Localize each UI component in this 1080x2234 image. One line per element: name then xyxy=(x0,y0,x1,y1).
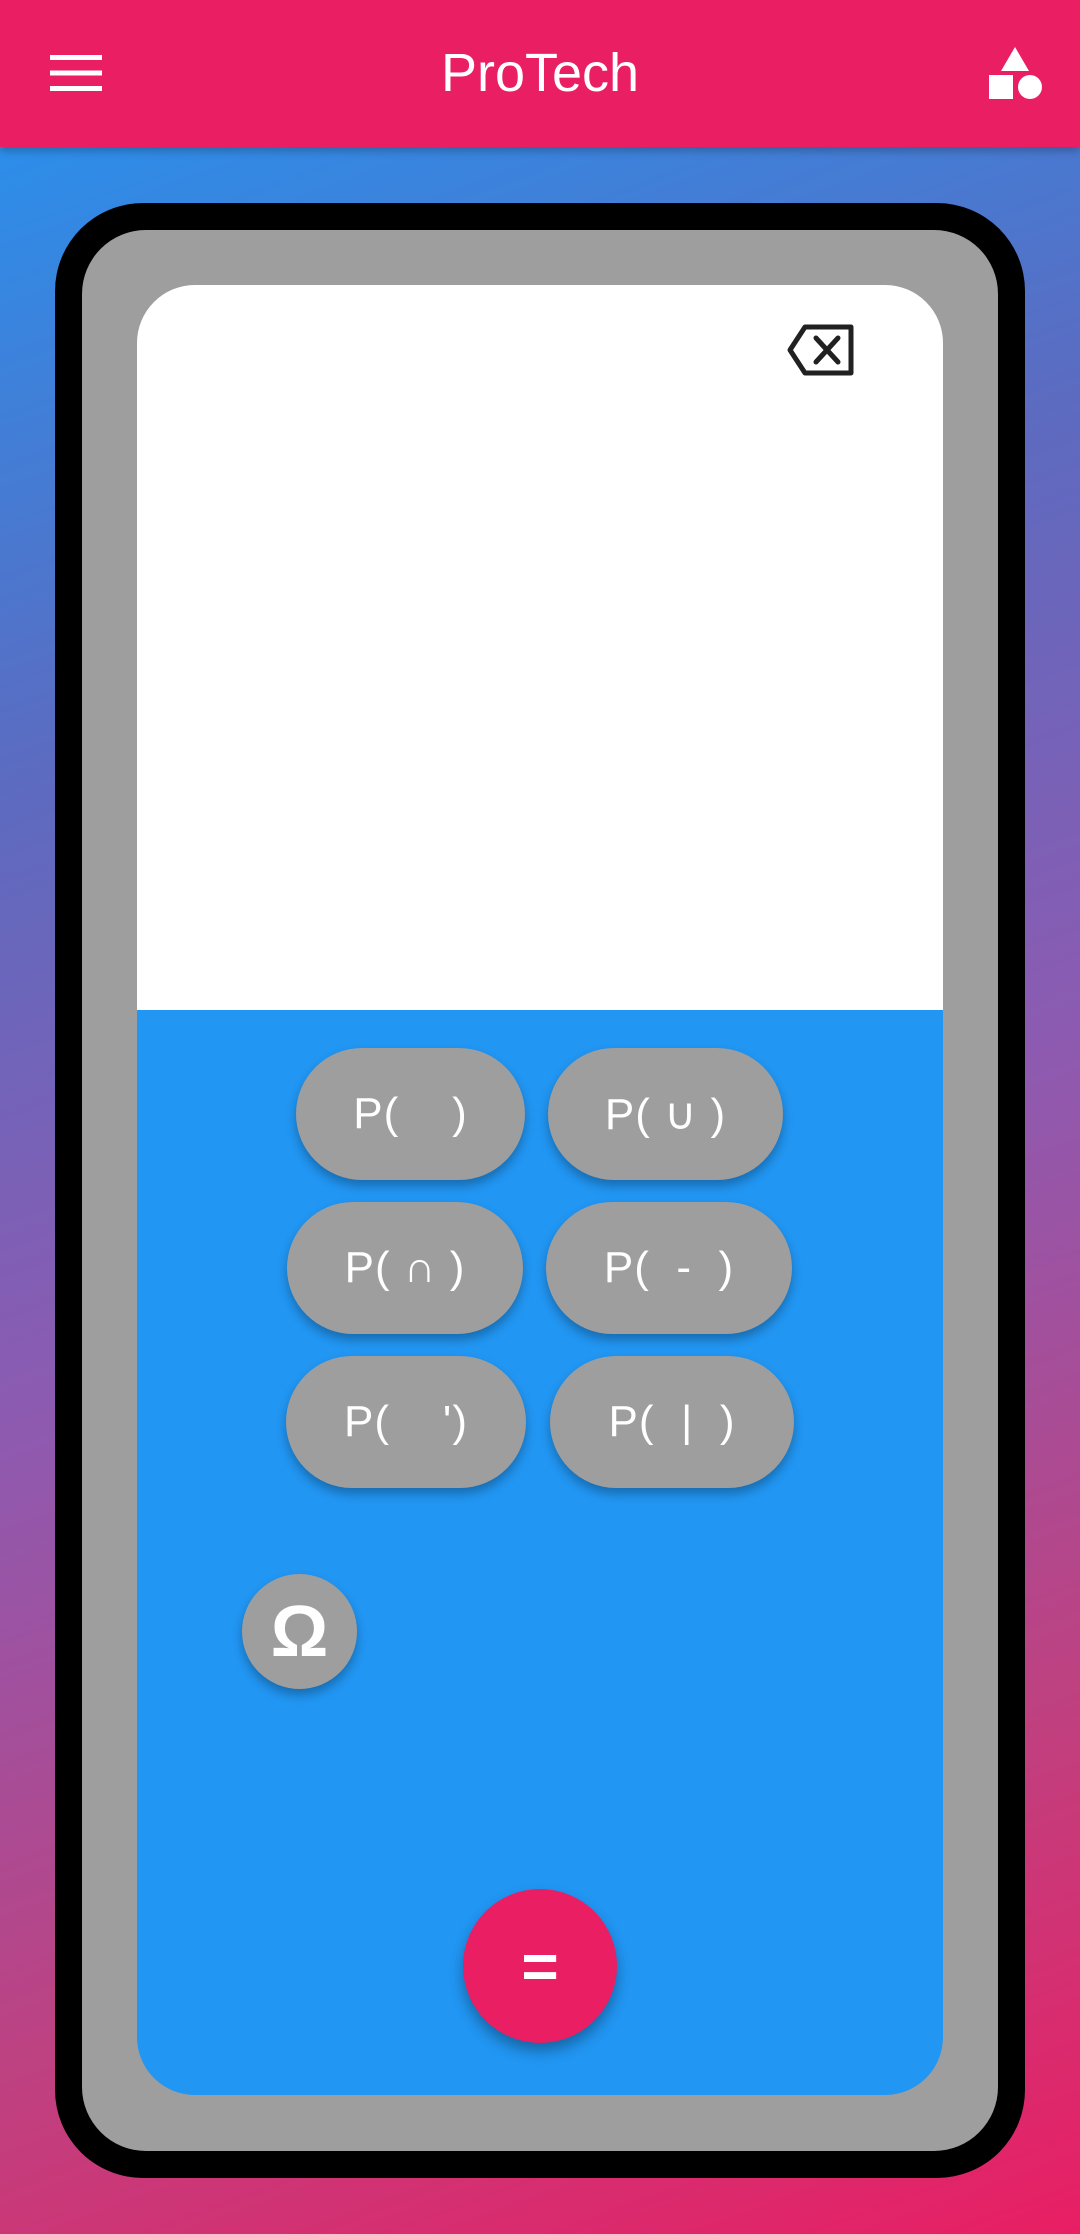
backspace-icon xyxy=(787,324,854,376)
difference-button[interactable]: P( - ) xyxy=(546,1202,792,1334)
intersection-button[interactable]: P( ∩ ) xyxy=(287,1202,523,1334)
omega-button[interactable]: Ω xyxy=(242,1574,357,1689)
shapes-button[interactable] xyxy=(970,38,1060,108)
backspace-button[interactable] xyxy=(785,320,857,380)
shapes-icon xyxy=(989,47,1042,99)
union-button[interactable]: P( ∪ ) xyxy=(548,1048,783,1180)
conditional-button[interactable]: P( | ) xyxy=(550,1356,794,1488)
complement-button[interactable]: P( ') xyxy=(286,1356,526,1488)
expression-display xyxy=(137,285,943,1010)
menu-button[interactable] xyxy=(30,40,122,106)
app-title: ProTech xyxy=(440,43,640,103)
equals-button[interactable]: = xyxy=(463,1889,617,2043)
app-bar: ProTech xyxy=(0,0,1080,147)
probability-button[interactable]: P( ) xyxy=(296,1048,525,1180)
hamburger-menu-icon xyxy=(50,55,102,91)
